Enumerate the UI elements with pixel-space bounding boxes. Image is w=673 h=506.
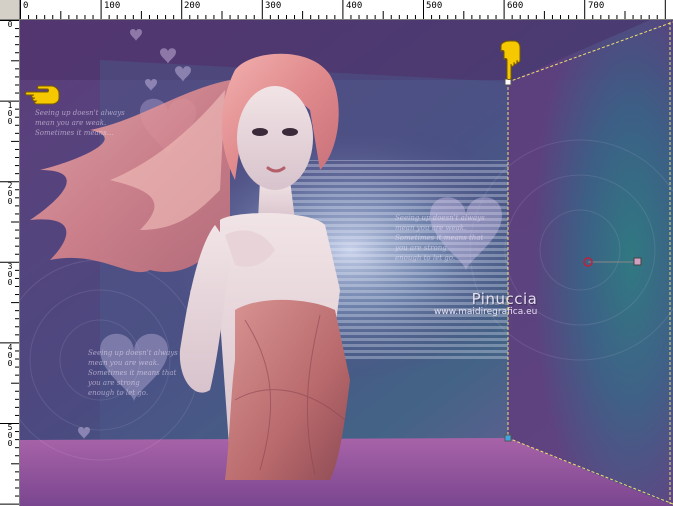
watermark-title: Pinuccia (471, 290, 538, 308)
hand-pointer-icon (25, 85, 60, 105)
artwork (20, 20, 673, 506)
ruler-label-v100: 1 0 0 (7, 101, 13, 126)
ruler-label-v200: 2 0 0 (7, 181, 13, 206)
vertical-ruler: 0 1 0 0 2 0 0 3 0 0 4 0 0 5 0 0 (0, 20, 20, 506)
ruler-label-v0: 0 (7, 20, 13, 29)
watermark-url: www.maidiregrafica.eu (434, 307, 538, 317)
quote-left-bottom: Seeing up doesn't always mean you are we… (88, 349, 178, 397)
quote-left-top: Seeing up doesn't always mean you are we… (35, 109, 125, 137)
ruler-label-v500: 5 0 0 (7, 423, 13, 448)
ruler-label-v300: 3 0 0 (7, 262, 13, 287)
ruler-label-0: 0 (23, 1, 29, 11)
ruler-label-100: 100 (104, 1, 121, 11)
ruler-label-200: 200 (184, 1, 201, 11)
watermark: Pinuccia www.maidiregrafica.eu (434, 290, 537, 317)
ruler-label-500: 500 (426, 1, 443, 11)
ruler-label-700: 700 (588, 1, 605, 11)
ruler-label-v400: 4 0 0 (7, 343, 13, 368)
image-editor-window: 0 100 200 300 400 500 600 700 0 1 0 0 2 … (0, 0, 673, 506)
quote-center: Seeing up doesn't always mean you are we… (395, 214, 485, 262)
image-canvas[interactable]: Seeing up doesn't always mean you are we… (20, 20, 673, 506)
ruler-label-400: 400 (346, 1, 363, 11)
ruler-label-300: 300 (265, 1, 282, 11)
ruler-label-600: 600 (507, 1, 524, 11)
horizontal-ruler: 0 100 200 300 400 500 600 700 (20, 0, 673, 20)
ruler-corner (0, 0, 20, 20)
hand-pointer-down-icon (500, 40, 521, 80)
